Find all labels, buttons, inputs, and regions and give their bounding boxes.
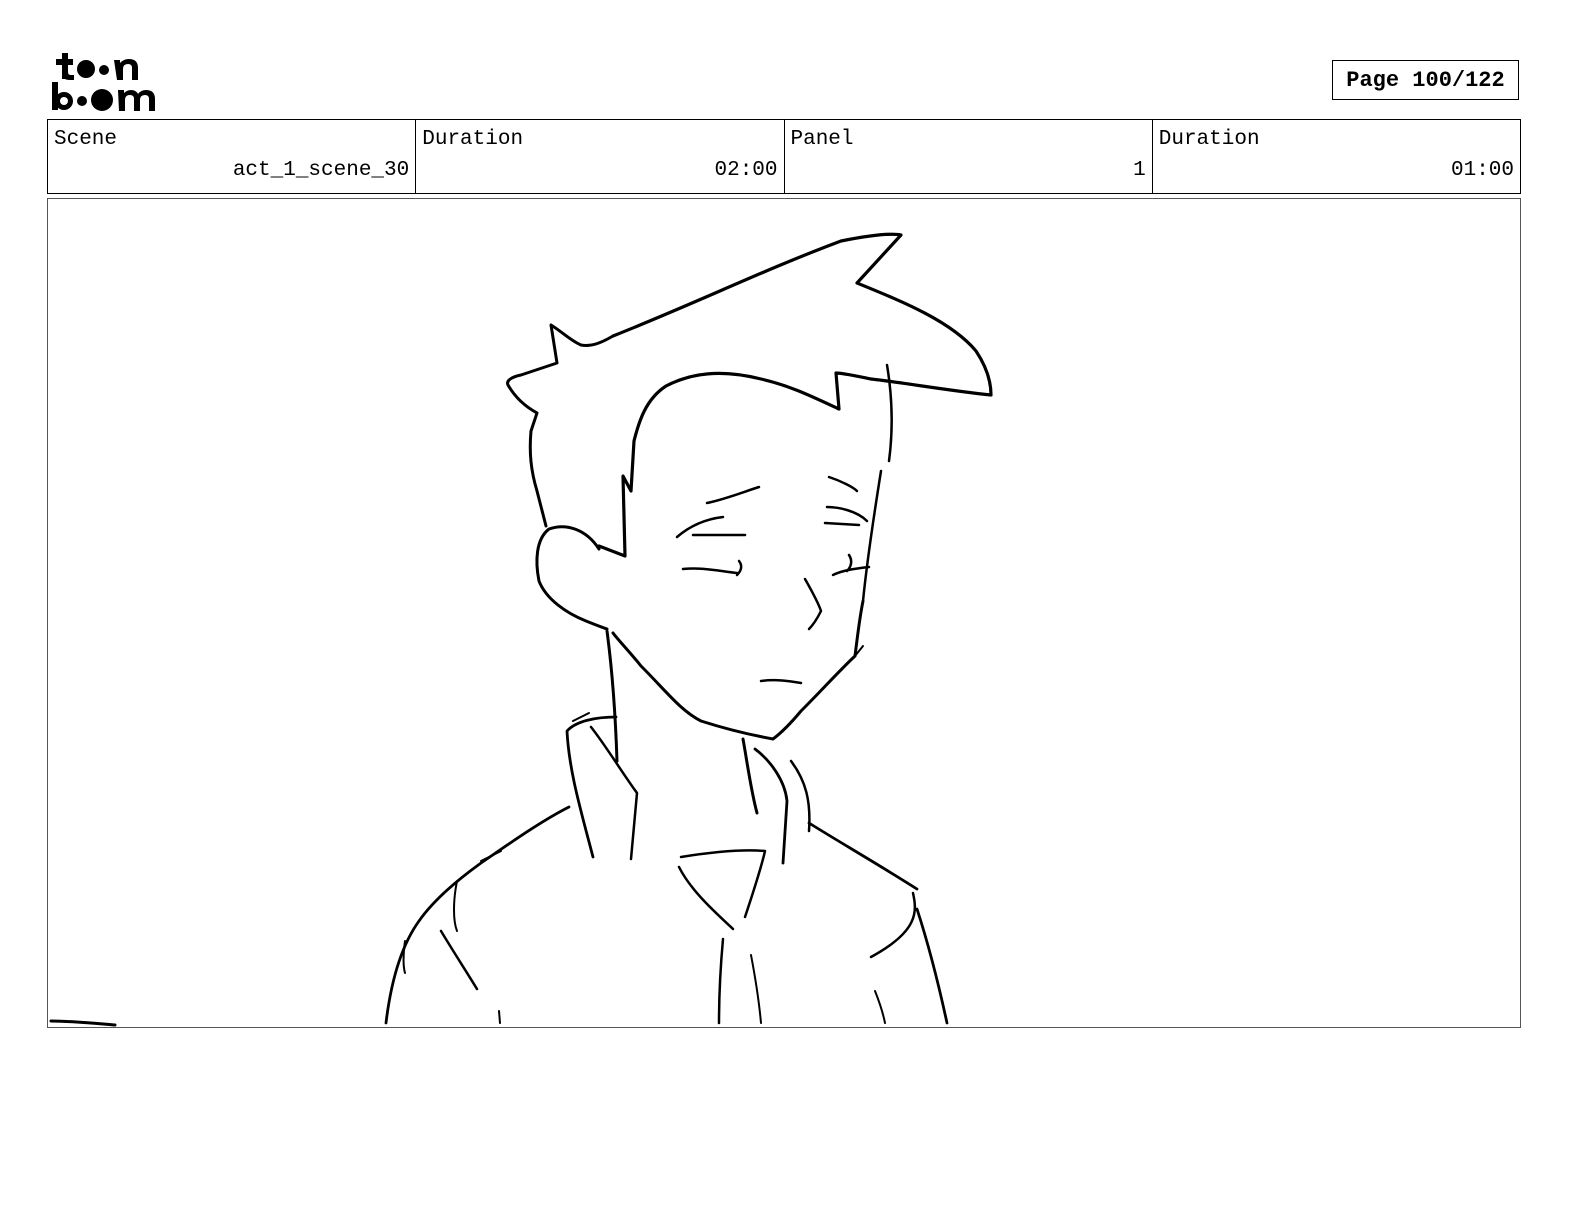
page-indicator: Page 100/122 — [1332, 60, 1519, 100]
logo-graphic — [52, 53, 155, 111]
scene-cell: Scene act_1_scene_30 — [48, 120, 417, 193]
panel-label: Panel — [790, 128, 854, 151]
scene-info-table: Scene act_1_scene_30 Duration 02:00 Pane… — [47, 119, 1521, 194]
panel-cell: Panel 1 — [785, 120, 1153, 193]
scene-duration-value: 02:00 — [714, 159, 778, 182]
panel-duration-cell: Duration 01:00 — [1153, 120, 1520, 193]
scene-label: Scene — [54, 128, 118, 151]
scene-duration-label: Duration — [422, 128, 524, 151]
scene-duration-cell: Duration 02:00 — [416, 120, 785, 193]
scene-value: act_1_scene_30 — [232, 159, 410, 182]
panel-duration-value: 01:00 — [1450, 159, 1514, 182]
panel-value: 1 — [1133, 159, 1146, 182]
character-sketch — [49, 232, 993, 1027]
storyboard-panel — [47, 198, 1521, 1028]
panel-duration-label: Duration — [1158, 128, 1260, 151]
page-label: Page 100/122 — [1346, 67, 1505, 93]
toon-boom-logo — [50, 50, 166, 112]
